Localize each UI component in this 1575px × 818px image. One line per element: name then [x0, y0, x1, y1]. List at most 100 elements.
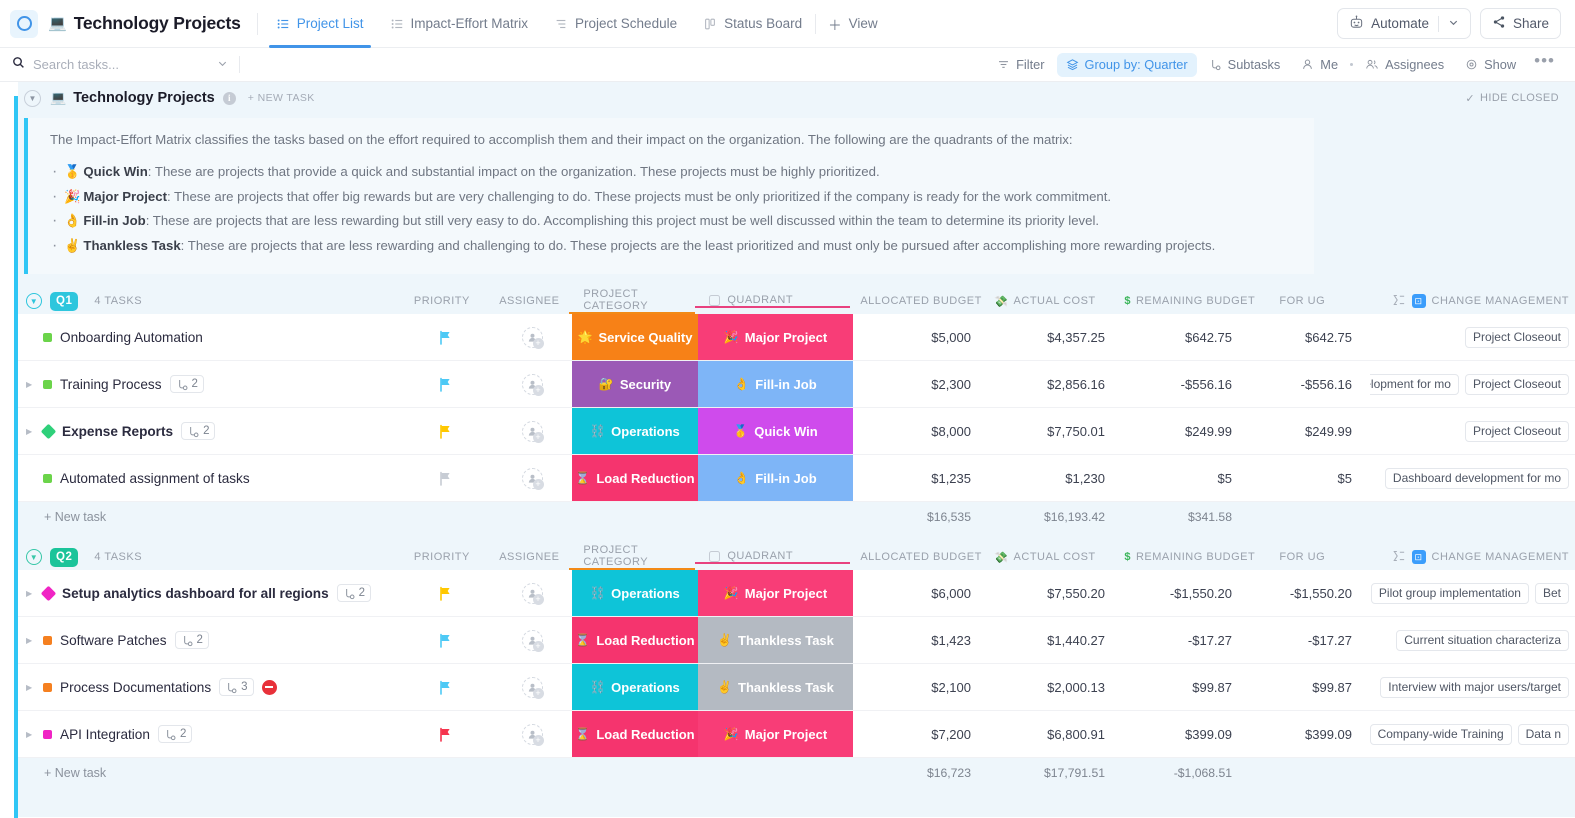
table-row[interactable]: ▶ Training Process 2 + 🔐 Security 👌 Fill-in Job… [0, 361, 1575, 409]
avatar[interactable]: + [521, 373, 544, 396]
add-assignee-icon[interactable]: + [532, 431, 544, 443]
quadrant-cell[interactable]: 👌 Fill-in Job [698, 361, 853, 408]
table-row[interactable]: Onboarding Automation + 🌟 Service Quality 🎉 M… [0, 314, 1575, 362]
change-management-tag[interactable]: Dashboard development for mo [1370, 373, 1459, 395]
priority-cell[interactable] [397, 570, 492, 616]
tab-project-list[interactable]: Project List [263, 0, 377, 48]
priority-cell[interactable] [397, 408, 492, 454]
change-management-tag[interactable]: Project Closeout [1464, 373, 1569, 395]
expand-row-icon[interactable]: ▶ [26, 636, 35, 645]
allocated-budget-cell[interactable]: $5,000 [853, 314, 993, 360]
column-header-actual-cost[interactable]: 💸 ACTUAL COST [990, 551, 1120, 564]
subtask-count-badge[interactable]: 2 [174, 631, 209, 650]
quadrant-cell[interactable]: 🎉 Major Project [698, 711, 853, 758]
search-box[interactable] [12, 56, 227, 74]
project-category-cell[interactable]: ⛓️ Operations [572, 570, 698, 617]
status-indicator[interactable] [43, 379, 52, 389]
automate-button[interactable]: Automate [1337, 8, 1471, 39]
for-ug-cell[interactable]: $399.09 [1260, 711, 1370, 757]
chevron-down-icon[interactable] [1448, 16, 1459, 31]
add-assignee-icon[interactable]: + [532, 734, 544, 746]
blocked-icon[interactable] [261, 679, 277, 695]
new-task-button[interactable]: + NEW TASK [248, 92, 315, 104]
status-indicator[interactable] [43, 682, 52, 692]
status-indicator[interactable] [43, 729, 52, 739]
for-ug-cell[interactable]: -$556.16 [1260, 361, 1370, 407]
filter-subtasks[interactable]: Subtasks [1200, 53, 1290, 77]
expand-row-icon[interactable]: ▶ [26, 730, 35, 739]
expand-row-icon[interactable]: ▶ [26, 427, 35, 436]
actual-cost-cell[interactable]: $7,750.01 [993, 408, 1123, 454]
assignee-cell[interactable]: + [492, 617, 572, 663]
add-assignee-icon[interactable]: + [532, 687, 544, 699]
subtask-count-badge[interactable]: 3 [219, 678, 254, 697]
column-header-assignee[interactable]: ASSIGNEE [489, 551, 569, 563]
allocated-budget-cell[interactable]: $8,000 [853, 408, 993, 454]
task-name-cell[interactable]: ▶ Training Process 2 [0, 361, 397, 407]
assignee-cell[interactable]: + [492, 314, 572, 360]
share-button[interactable]: Share [1479, 8, 1561, 39]
quadrant-cell[interactable]: 👌 Fill-in Job [698, 455, 853, 502]
for-ug-cell[interactable]: -$17.27 [1260, 617, 1370, 663]
project-category-cell[interactable]: ⌛ Load Reduction [572, 617, 698, 664]
group-badge[interactable]: Q2 [50, 547, 79, 567]
task-name-cell[interactable]: ▶ API Integration 2 [0, 711, 397, 757]
quadrant-cell[interactable]: ✌️ Thankless Task [698, 617, 853, 664]
avatar[interactable]: + [521, 629, 544, 652]
expand-row-icon[interactable]: ▶ [26, 683, 35, 692]
task-name-cell[interactable]: ▶ Expense Reports 2 [0, 408, 397, 454]
allocated-budget-cell[interactable]: $6,000 [853, 570, 993, 616]
subtask-count-badge[interactable]: 2 [169, 375, 204, 394]
project-category-cell[interactable]: 🔐 Security [572, 361, 698, 408]
subtask-count-badge[interactable]: 2 [336, 584, 372, 603]
avatar[interactable]: + [521, 326, 544, 349]
column-header-actual-cost[interactable]: 💸 ACTUAL COST [990, 295, 1120, 308]
info-icon[interactable]: i [222, 91, 236, 105]
filter-assignees[interactable]: Assignees [1356, 53, 1453, 77]
actual-cost-cell[interactable]: $4,357.25 [993, 314, 1123, 360]
allocated-budget-cell[interactable]: $1,235 [853, 455, 993, 501]
remaining-budget-cell[interactable]: $399.09 [1123, 711, 1260, 757]
actual-cost-cell[interactable]: $6,800.91 [993, 711, 1123, 757]
assignee-cell[interactable]: + [492, 408, 572, 454]
collapse-group-button[interactable]: ▼ [26, 549, 42, 566]
priority-cell[interactable] [397, 617, 492, 663]
tab-project-schedule[interactable]: Project Schedule [541, 0, 690, 48]
column-header-for-ug[interactable]: FOR UG [1257, 551, 1367, 563]
add-assignee-icon[interactable]: + [532, 337, 544, 349]
allocated-budget-cell[interactable]: $2,100 [853, 664, 993, 710]
change-management-cell[interactable]: Project Closeout [1370, 408, 1575, 454]
filter-me[interactable]: Me [1292, 53, 1347, 77]
task-name-cell[interactable]: Onboarding Automation [0, 314, 397, 360]
allocated-budget-cell[interactable]: $2,300 [853, 361, 993, 407]
allocated-budget-cell[interactable]: $1,423 [853, 617, 993, 663]
remaining-budget-cell[interactable]: $5 [1123, 455, 1260, 501]
column-header-allocated-budget[interactable]: ALLOCATED BUDGET [850, 295, 990, 307]
remaining-budget-cell[interactable]: -$1,550.20 [1123, 570, 1260, 616]
change-management-tag[interactable]: Data n [1517, 723, 1569, 745]
search-input[interactable] [33, 57, 209, 72]
column-header-priority[interactable]: PRIORITY [394, 295, 489, 307]
column-header-change-management[interactable]: ⊡ CHANGE MANAGEMENT [1367, 294, 1575, 309]
priority-cell[interactable] [397, 314, 492, 360]
add-assignee-icon[interactable]: + [532, 593, 544, 605]
change-management-cell[interactable]: Dashboard development for moProject Clos… [1370, 361, 1575, 407]
new-task-row-button[interactable]: + New task [0, 758, 397, 787]
remaining-budget-cell[interactable]: $249.99 [1123, 408, 1260, 454]
expand-row-icon[interactable]: ▶ [26, 380, 35, 389]
quadrant-cell[interactable]: 🎉 Major Project [698, 570, 853, 617]
for-ug-cell[interactable]: $99.87 [1260, 664, 1370, 710]
filter-show[interactable]: Show [1456, 53, 1525, 77]
change-management-tag[interactable]: Pilot group implementation [1370, 582, 1529, 604]
assignee-cell[interactable]: + [492, 455, 572, 501]
more-options-button[interactable]: ••• [1528, 51, 1561, 78]
status-indicator[interactable] [43, 635, 52, 645]
column-header-remaining-budget[interactable]: $ REMAINING BUDGET [1120, 295, 1257, 307]
column-header-assignee[interactable]: ASSIGNEE [489, 295, 569, 307]
task-name-cell[interactable]: ▶ Setup analytics dashboard for all regio… [0, 570, 397, 616]
actual-cost-cell[interactable]: $7,550.20 [993, 570, 1123, 616]
change-management-cell[interactable]: Interview with major users/target [1370, 664, 1575, 710]
actual-cost-cell[interactable]: $2,000.13 [993, 664, 1123, 710]
remaining-budget-cell[interactable]: -$556.16 [1123, 361, 1260, 407]
allocated-budget-cell[interactable]: $7,200 [853, 711, 993, 757]
